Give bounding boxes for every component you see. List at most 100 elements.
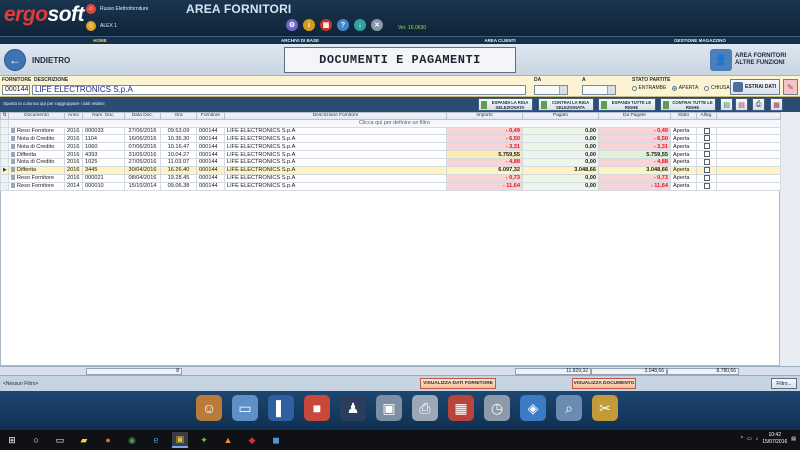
table-row[interactable]: Nota di Credito 2016 1025 27/05/2016 11.03.0… [0, 158, 781, 168]
document-icon[interactable] [11, 128, 15, 133]
fornitore-desc-field[interactable]: LIFE ELECTRONICS S.p.A [32, 85, 526, 95]
task-view-icon[interactable]: ▭ [52, 432, 68, 448]
visualizza-documento-button[interactable]: VISUALIZZA DOCUMENTO [572, 378, 636, 389]
col-anno[interactable]: Anno [64, 112, 83, 120]
ergosoft-taskbar-icon[interactable]: ▣ [172, 432, 188, 448]
app3-taskbar-icon[interactable]: ◼ [268, 432, 284, 448]
table-row[interactable]: Reso Fornitore 2016 000021 08/04/2016 19.28.… [0, 173, 781, 183]
windows-start-icon[interactable]: ⊞ [4, 432, 20, 448]
radio-entrambe[interactable]: ENTRAMBE [632, 85, 666, 91]
col-ora[interactable]: Ora [160, 112, 197, 120]
allegati-checkbox[interactable] [703, 175, 710, 181]
filtro-button[interactable]: Filtro... [771, 378, 797, 389]
col-da-pagare[interactable]: Da Pagare [598, 112, 671, 120]
nav-archivi[interactable]: ARCHIVI DI BASE [200, 37, 400, 44]
document-icon[interactable] [11, 143, 15, 149]
app2-taskbar-icon[interactable]: ◆ [244, 432, 260, 448]
excel-export-button[interactable]: ▤ [720, 98, 733, 111]
table-row[interactable]: Nota di Credito 2016 1060 07/06/2016 10.16.4… [0, 142, 781, 152]
allegati-checkbox[interactable] [703, 159, 710, 166]
col-data-doc[interactable]: Data Doc. [124, 112, 161, 120]
pdf-export-button[interactable]: ▤ [735, 98, 748, 111]
layout-button[interactable]: ▦ [770, 98, 783, 111]
table-row[interactable]: Reso Fornitore 2014 000010 15/10/2014 09.06.… [0, 181, 781, 191]
allegati-checkbox[interactable] [703, 135, 710, 142]
allegati-checkbox[interactable] [703, 143, 710, 150]
espandi-riga-button[interactable]: ESPANDI LA RIGA SELEZIONATA [478, 98, 533, 111]
chrome-icon[interactable]: ◉ [124, 432, 140, 448]
col-descrizione[interactable]: Descrizione Fornitore [224, 112, 447, 120]
col-allegati[interactable]: Alleg. [696, 112, 717, 120]
radio-aperta[interactable]: APERTA [672, 85, 698, 91]
agent-icon[interactable]: ♟ [340, 395, 366, 421]
table-row[interactable]: Reso Fornitore 2016 000033 27/06/2016 09.53.… [0, 126, 781, 136]
clear-filter-button[interactable]: ✎ [783, 79, 798, 95]
col-pagato[interactable]: Pagato [522, 112, 599, 120]
date-from-field[interactable] [534, 85, 568, 95]
help-icon[interactable]: ? [337, 19, 349, 31]
clock-icon[interactable]: ◷ [484, 395, 510, 421]
firefox-icon[interactable]: ● [100, 432, 116, 448]
print-button[interactable]: ⎙ [752, 98, 765, 111]
radio-chiusa[interactable]: CHIUSA [704, 85, 730, 91]
close-icon[interactable]: ✕ [371, 19, 383, 31]
calendar-icon[interactable] [559, 86, 567, 94]
allegati-checkbox[interactable] [703, 183, 710, 189]
date-to-field[interactable] [582, 85, 616, 95]
col-documento[interactable]: Documento [8, 112, 65, 120]
notifications-icon[interactable]: ^ [741, 436, 743, 442]
table-row[interactable]: ▶ Differita 2016 3445 30/04/2016 16.26.40 0001… [0, 166, 781, 175]
card-icon[interactable]: ▭ [232, 395, 258, 421]
allegati-checkbox[interactable] [703, 151, 710, 158]
allegati-checkbox[interactable] [703, 167, 710, 174]
fornitore-code-field[interactable]: 000144 [2, 85, 30, 95]
calendar-icon[interactable]: ▦ [448, 395, 474, 421]
visualizza-fornitore-button[interactable]: VISUALIZZA DATI FORNITORE [420, 378, 496, 389]
save-icon[interactable]: ▣ [376, 395, 402, 421]
document-icon[interactable] [11, 135, 15, 141]
estrai-dati-button[interactable]: ESTRAI DATI [730, 79, 780, 95]
col-num-doc[interactable]: Num. Doc. [82, 112, 125, 120]
tools-icon[interactable]: ✂ [592, 395, 618, 421]
altre-funzioni-button[interactable]: 👤 AREA FORNITORI ALTRE FUNZIONI [710, 46, 798, 74]
printer-icon[interactable]: ⎙ [412, 395, 438, 421]
document-icon[interactable] [11, 167, 15, 173]
tag-icon[interactable]: ◈ [520, 395, 546, 421]
network-icon[interactable]: ▭ [747, 436, 752, 442]
user-icon[interactable]: ☺ [196, 395, 222, 421]
book-icon[interactable]: ▌ [268, 395, 294, 421]
document-icon[interactable] [11, 151, 15, 157]
calendar-icon[interactable] [607, 86, 615, 94]
vlc-icon[interactable]: ▲ [220, 432, 236, 448]
nav-magazzino[interactable]: GESTIONE MAGAZZINO [600, 37, 800, 44]
contrai-tutte-button[interactable]: CONTRAI TUTTE LE RIGHE [660, 98, 716, 111]
info-icon[interactable]: i [303, 19, 315, 31]
settings-icon[interactable]: ⚙ [286, 19, 298, 31]
col-importo[interactable]: Importo [446, 112, 523, 120]
table-row[interactable]: Nota di Credito 2016 1104 16/06/2016 10.36.3… [0, 134, 781, 144]
nav-clienti[interactable]: AREA CLIENTI [400, 37, 600, 44]
back-button[interactable]: ← INDIETRO [4, 48, 70, 72]
espandi-tutte-button[interactable]: ESPANDI TUTTE LE RIGHE [598, 98, 656, 111]
search-icon[interactable]: ⌕ [556, 395, 582, 421]
volume-icon[interactable]: ♪ [756, 436, 759, 442]
action-center-icon[interactable]: ▤ [791, 436, 796, 442]
nav-home[interactable]: HOME [0, 37, 200, 44]
allegati-checkbox[interactable] [703, 128, 710, 134]
document-icon[interactable] [11, 159, 15, 165]
download-icon[interactable]: ↓ [354, 19, 366, 31]
vertical-scrollbar[interactable] [780, 112, 800, 366]
col-fornitore[interactable]: Fornitore [196, 112, 225, 120]
col-stato[interactable]: Stato [670, 112, 697, 120]
contrai-riga-button[interactable]: CONTRAI LA RIGA SELEZIONATA [538, 98, 594, 111]
search-icon[interactable]: ○ [28, 432, 44, 448]
calculator-icon[interactable]: ▦ [320, 19, 332, 31]
table-row[interactable]: Differita 2016 4393 31/05/2016 10.04.27 00014… [0, 150, 781, 160]
document-icon[interactable] [11, 175, 15, 181]
ie-icon[interactable]: e [148, 432, 164, 448]
filter-row[interactable]: Clicca qui per definire un filtro [0, 119, 781, 128]
filter-hint[interactable]: Clicca qui per definire un filtro [8, 119, 781, 128]
app-taskbar-icon[interactable]: ✦ [196, 432, 212, 448]
clock[interactable]: 10:42 15/07/2016 [762, 432, 787, 446]
folder-icon[interactable]: ▰ [76, 432, 92, 448]
